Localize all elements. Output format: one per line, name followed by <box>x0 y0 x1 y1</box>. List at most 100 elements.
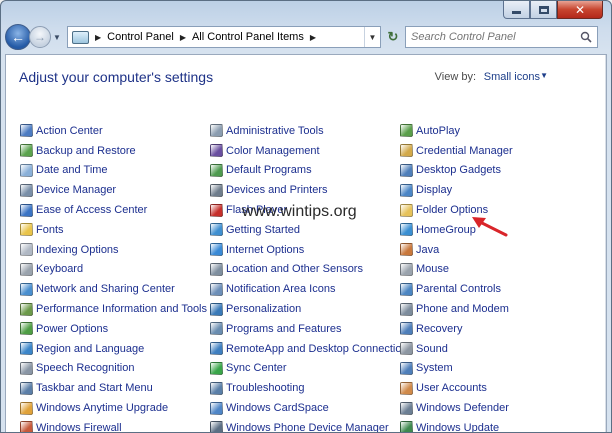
control-panel-item-label[interactable]: AutoPlay <box>416 125 460 137</box>
control-panel-item-label[interactable]: RemoteApp and Desktop Connections <box>226 343 413 355</box>
control-panel-item-label[interactable]: Parental Controls <box>416 283 501 295</box>
control-panel-item-label[interactable]: Speech Recognition <box>36 362 134 374</box>
control-panel-item[interactable]: Windows Phone Device Manager <box>210 418 413 432</box>
control-panel-item[interactable]: Taskbar and Start Menu <box>20 378 207 398</box>
close-button[interactable]: ✕ <box>557 1 603 19</box>
control-panel-item-label[interactable]: Java <box>416 244 439 256</box>
control-panel-item[interactable]: System <box>400 359 513 379</box>
control-panel-item-label[interactable]: Performance Information and Tools <box>36 303 207 315</box>
control-panel-item[interactable]: Internet Options <box>210 240 413 260</box>
control-panel-item-label[interactable]: Recovery <box>416 323 462 335</box>
control-panel-item[interactable]: Display <box>400 180 513 200</box>
view-by-dropdown[interactable]: Small icons <box>484 71 540 83</box>
control-panel-item[interactable]: Device Manager <box>20 180 207 200</box>
control-panel-item[interactable]: User Accounts <box>400 378 513 398</box>
control-panel-item[interactable]: Desktop Gadgets <box>400 161 513 181</box>
control-panel-item-label[interactable]: Windows Anytime Upgrade <box>36 402 168 414</box>
control-panel-item[interactable]: Color Management <box>210 141 413 161</box>
control-panel-item[interactable]: Windows Defender <box>400 398 513 418</box>
control-panel-item-label[interactable]: Taskbar and Start Menu <box>36 382 153 394</box>
control-panel-item[interactable]: Troubleshooting <box>210 378 413 398</box>
control-panel-item-label[interactable]: Windows Update <box>416 422 499 432</box>
maximize-button[interactable] <box>530 1 557 19</box>
control-panel-item[interactable]: Sound <box>400 339 513 359</box>
recent-pages-button[interactable]: ▼ <box>51 33 63 42</box>
address-dropdown-button[interactable]: ▼ <box>364 27 380 47</box>
control-panel-item-label[interactable]: Fonts <box>36 224 64 236</box>
control-panel-item-label[interactable]: Mouse <box>416 263 449 275</box>
control-panel-item[interactable]: Phone and Modem <box>400 299 513 319</box>
control-panel-item[interactable]: Keyboard <box>20 260 207 280</box>
control-panel-item-label[interactable]: Personalization <box>226 303 301 315</box>
control-panel-item-label[interactable]: Network and Sharing Center <box>36 283 175 295</box>
control-panel-item-label[interactable]: Sound <box>416 343 448 355</box>
control-panel-item[interactable]: Ease of Access Center <box>20 200 207 220</box>
control-panel-item[interactable]: Default Programs <box>210 161 413 181</box>
control-panel-item-label[interactable]: Power Options <box>36 323 108 335</box>
control-panel-item[interactable]: Location and Other Sensors <box>210 260 413 280</box>
refresh-button[interactable]: ↻ <box>383 26 403 48</box>
control-panel-item-label[interactable]: Internet Options <box>226 244 304 256</box>
breadcrumb-separator-icon[interactable]: ▶ <box>180 33 186 42</box>
control-panel-item-label[interactable]: Phone and Modem <box>416 303 509 315</box>
control-panel-item[interactable]: Speech Recognition <box>20 359 207 379</box>
control-panel-item[interactable]: Parental Controls <box>400 279 513 299</box>
control-panel-item[interactable]: Windows Update <box>400 418 513 432</box>
control-panel-item-label[interactable]: Credential Manager <box>416 145 513 157</box>
control-panel-item[interactable]: Power Options <box>20 319 207 339</box>
control-panel-item[interactable]: Mouse <box>400 260 513 280</box>
search-box[interactable] <box>405 26 598 48</box>
control-panel-item[interactable]: Personalization <box>210 299 413 319</box>
control-panel-item-label[interactable]: Default Programs <box>226 164 312 176</box>
control-panel-item-label[interactable]: Backup and Restore <box>36 145 136 157</box>
minimize-button[interactable] <box>503 1 530 19</box>
control-panel-item-label[interactable]: Action Center <box>36 125 103 137</box>
search-icon[interactable] <box>575 31 597 43</box>
control-panel-item-label[interactable]: Notification Area Icons <box>226 283 335 295</box>
control-panel-item-label[interactable]: Device Manager <box>36 184 116 196</box>
control-panel-item[interactable]: Date and Time <box>20 161 207 181</box>
control-panel-item[interactable]: Devices and Printers <box>210 180 413 200</box>
control-panel-item-label[interactable]: Location and Other Sensors <box>226 263 363 275</box>
search-input[interactable] <box>411 31 575 43</box>
control-panel-item-label[interactable]: Windows CardSpace <box>226 402 329 414</box>
control-panel-item-label[interactable]: Keyboard <box>36 263 83 275</box>
control-panel-item[interactable]: Fonts <box>20 220 207 240</box>
control-panel-item-label[interactable]: Color Management <box>226 145 320 157</box>
control-panel-item[interactable]: Windows Firewall <box>20 418 207 432</box>
control-panel-item[interactable]: Getting Started <box>210 220 413 240</box>
address-bar[interactable]: ▶ Control Panel ▶ All Control Panel Item… <box>67 26 381 48</box>
forward-button[interactable]: → <box>29 26 51 48</box>
breadcrumb-separator-icon[interactable]: ▶ <box>310 33 316 42</box>
chevron-down-icon[interactable]: ▼ <box>540 71 548 80</box>
breadcrumb-all-items[interactable]: All Control Panel Items <box>192 31 304 43</box>
control-panel-item-label[interactable]: HomeGroup <box>416 224 476 236</box>
breadcrumb-separator-icon[interactable]: ▶ <box>95 33 101 42</box>
control-panel-item-label[interactable]: Windows Phone Device Manager <box>226 422 389 432</box>
control-panel-item[interactable]: AutoPlay <box>400 121 513 141</box>
control-panel-item-label[interactable]: Getting Started <box>226 224 300 236</box>
control-panel-item-label[interactable]: Programs and Features <box>226 323 342 335</box>
control-panel-item-label[interactable]: System <box>416 362 453 374</box>
control-panel-item-label[interactable]: Region and Language <box>36 343 144 355</box>
control-panel-item[interactable]: Recovery <box>400 319 513 339</box>
control-panel-item[interactable]: Notification Area Icons <box>210 279 413 299</box>
back-button[interactable]: ← <box>5 24 31 50</box>
control-panel-item[interactable]: Sync Center <box>210 359 413 379</box>
control-panel-item[interactable]: Administrative Tools <box>210 121 413 141</box>
control-panel-item-label[interactable]: Desktop Gadgets <box>416 164 501 176</box>
control-panel-item-label[interactable]: Date and Time <box>36 164 108 176</box>
control-panel-item-label[interactable]: User Accounts <box>416 382 487 394</box>
control-panel-item-label[interactable]: Troubleshooting <box>226 382 304 394</box>
control-panel-item[interactable]: Indexing Options <box>20 240 207 260</box>
control-panel-item[interactable]: Network and Sharing Center <box>20 279 207 299</box>
control-panel-item[interactable]: Performance Information and Tools <box>20 299 207 319</box>
control-panel-item[interactable]: Windows Anytime Upgrade <box>20 398 207 418</box>
control-panel-item-label[interactable]: Sync Center <box>226 362 287 374</box>
control-panel-item-label[interactable]: Administrative Tools <box>226 125 324 137</box>
control-panel-item[interactable]: Region and Language <box>20 339 207 359</box>
control-panel-item-label[interactable]: Windows Firewall <box>36 422 122 432</box>
control-panel-item[interactable]: Java <box>400 240 513 260</box>
control-panel-item-label[interactable]: Indexing Options <box>36 244 119 256</box>
breadcrumb-control-panel[interactable]: Control Panel <box>107 31 174 43</box>
